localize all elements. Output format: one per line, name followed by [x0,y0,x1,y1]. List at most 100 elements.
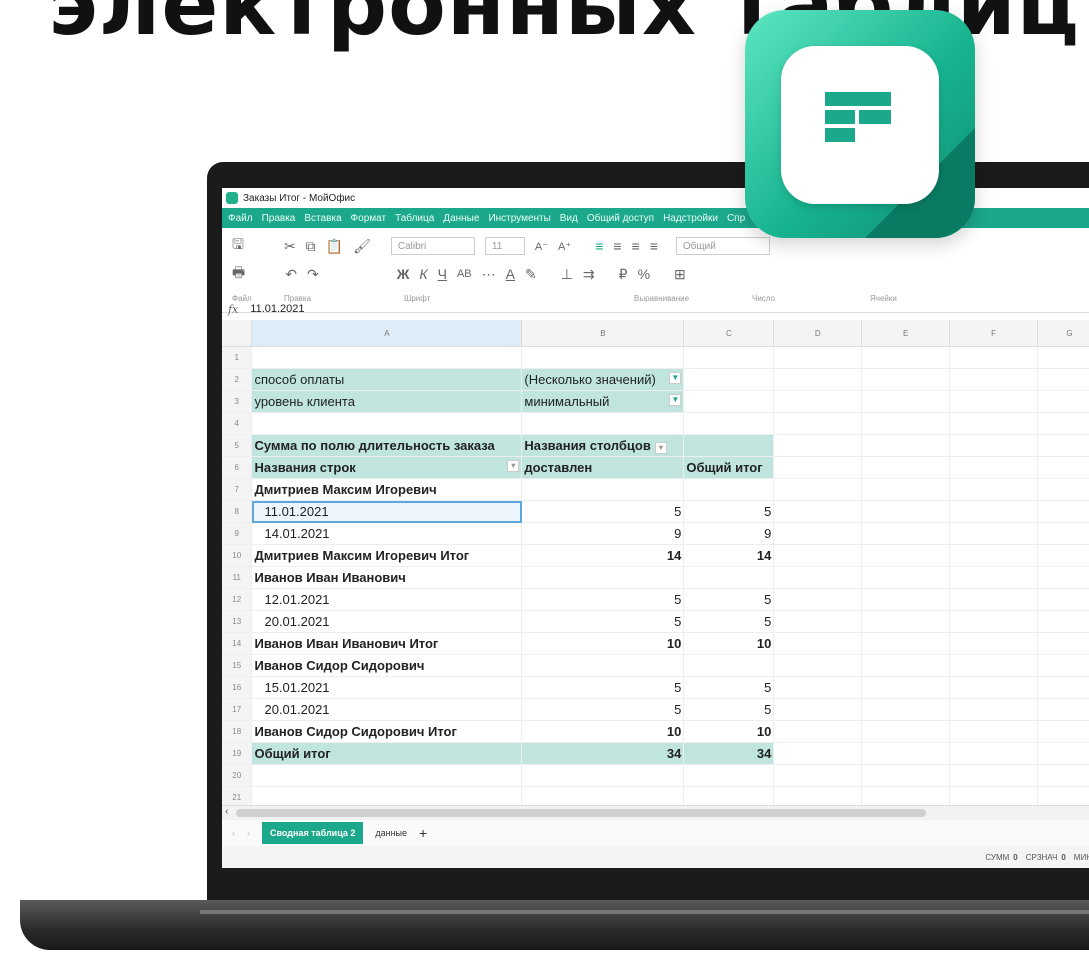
cell-b[interactable]: (Несколько значений) ▼ [521,368,685,391]
cell-b[interactable]: 34 [521,742,685,765]
row-number[interactable]: 7 [222,478,253,501]
menu-format[interactable]: Формат [351,213,387,224]
cell-c[interactable]: 5 [683,676,775,699]
font-name-select[interactable]: Calibri [390,237,475,255]
cell-c[interactable]: Общий итог [683,456,775,479]
cell-a[interactable]: Иванов Сидор Сидорович Итог [251,720,523,743]
cell-a[interactable]: уровень клиента [251,390,523,413]
align-left-icon[interactable]: ≡ [595,238,603,254]
undo-icon[interactable]: ↶ [285,266,297,283]
row-number[interactable]: 13 [222,610,253,633]
cell-a[interactable] [251,764,523,787]
save-icon[interactable]: 🖫 [232,234,244,258]
cell-a[interactable]: Общий итог [251,742,523,765]
cell-c[interactable] [683,412,775,435]
cell-a[interactable]: 20.01.2021 [251,698,523,721]
cell-a[interactable]: Иванов Иван Иванович Итог [251,632,523,655]
row-number[interactable]: 10 [222,544,253,567]
menu-edit[interactable]: Правка [262,213,296,224]
cell-a[interactable]: Сумма по полю длительность заказа [251,434,523,457]
cell-c[interactable] [683,654,775,677]
dropdown-icon[interactable]: ▾ [654,441,667,454]
cell-c[interactable]: 34 [683,742,775,765]
prev-sheet-icon[interactable]: ‹ [232,828,235,838]
cell-a[interactable]: Дмитриев Максим Игоревич [251,478,523,501]
justify-icon[interactable]: ≡ [650,238,658,254]
cell-b[interactable] [521,566,685,589]
filter-icon[interactable]: ▼ [669,372,682,384]
formula-input[interactable]: 11.01.2021 [250,303,304,315]
menu-insert[interactable]: Вставка [304,213,341,224]
cell-a[interactable]: 20.01.2021 [251,610,523,633]
row-number[interactable]: 11 [222,566,253,589]
sheet-tab-pivot[interactable]: Сводная таблица 2 [262,822,364,844]
cell-b[interactable]: 10 [521,720,685,743]
menu-sharing[interactable]: Общий доступ [587,213,654,224]
col-header-a[interactable]: A [251,320,523,347]
cell-c[interactable]: 10 [683,632,775,655]
row-number[interactable]: 19 [222,742,253,765]
underline-icon[interactable]: Ч [438,266,447,282]
cell-b[interactable] [521,412,685,435]
cell-a[interactable] [251,412,523,435]
cell-c[interactable]: 5 [683,588,775,611]
cell-c[interactable] [683,434,775,457]
cell-c[interactable] [683,478,775,501]
filter-icon[interactable]: ▼ [669,394,682,406]
scroll-thumb[interactable] [236,809,926,817]
cell-c[interactable]: 10 [683,720,775,743]
menu-addons[interactable]: Надстройки [663,213,718,224]
cell-c[interactable] [683,346,775,369]
cell-b[interactable]: 9 [521,522,685,545]
sheet-tab-data[interactable]: данные [375,828,407,838]
percent-icon[interactable]: % [638,266,650,282]
cell-a[interactable] [251,346,523,369]
cell-a[interactable]: Иванов Иван Иванович [251,566,523,589]
row-number[interactable]: 4 [222,412,253,435]
copy-icon[interactable]: ⧉ [306,238,316,255]
menu-view[interactable]: Вид [560,213,578,224]
cell-a[interactable]: 14.01.2021 [251,522,523,545]
cell-c[interactable] [683,566,775,589]
row-number[interactable]: 6 [222,456,253,479]
row-number[interactable]: 16 [222,676,253,699]
row-number[interactable]: 8 [222,500,253,523]
col-header-c[interactable]: C [683,320,775,347]
paste-icon[interactable]: 📋 [326,238,343,255]
redo-icon[interactable]: ↷ [307,266,319,283]
row-number[interactable]: 5 [222,434,253,457]
cell-b[interactable]: 5 [521,588,685,611]
cell-c[interactable]: 5 [683,500,775,523]
number-format-select[interactable]: Общий [675,237,770,255]
corner-cell[interactable] [222,320,253,347]
fill-color-icon[interactable]: ✎ [525,266,537,283]
row-number[interactable]: 18 [222,720,253,743]
print-icon[interactable]: 🖶 [232,262,245,286]
col-header-b[interactable]: B [521,320,685,347]
menu-table[interactable]: Таблица [395,213,434,224]
bold-icon[interactable]: Ж [397,266,410,282]
cell-a[interactable]: Иванов Сидор Сидорович [251,654,523,677]
cell-b[interactable]: 5 [521,610,685,633]
col-header-g[interactable]: G [1037,320,1089,347]
cell-a[interactable]: 12.01.2021 [251,588,523,611]
menu-tools[interactable]: Инструменты [488,213,550,224]
cell-c[interactable] [683,390,775,413]
currency-icon[interactable]: ₽ [619,266,628,283]
cell-a[interactable]: Названия строк ▾ [251,456,523,479]
cell-c[interactable]: 5 [683,610,775,633]
col-header-d[interactable]: D [773,320,863,347]
cell-b[interactable]: доставлен [521,456,685,479]
col-header-e[interactable]: E [861,320,951,347]
dropdown-icon[interactable]: ▾ [507,460,520,472]
align-right-icon[interactable]: ≡ [632,238,640,254]
italic-icon[interactable]: К [419,266,427,282]
cell-b[interactable]: 5 [521,676,685,699]
row-number[interactable]: 20 [222,764,253,787]
cell-b[interactable] [521,346,685,369]
font-decrease-icon[interactable]: A⁻ [535,240,548,253]
row-number[interactable]: 12 [222,588,253,611]
cell-b[interactable]: 10 [521,632,685,655]
valign-icon[interactable]: ⊥ [561,266,573,283]
font-color-icon[interactable]: A [506,266,515,282]
